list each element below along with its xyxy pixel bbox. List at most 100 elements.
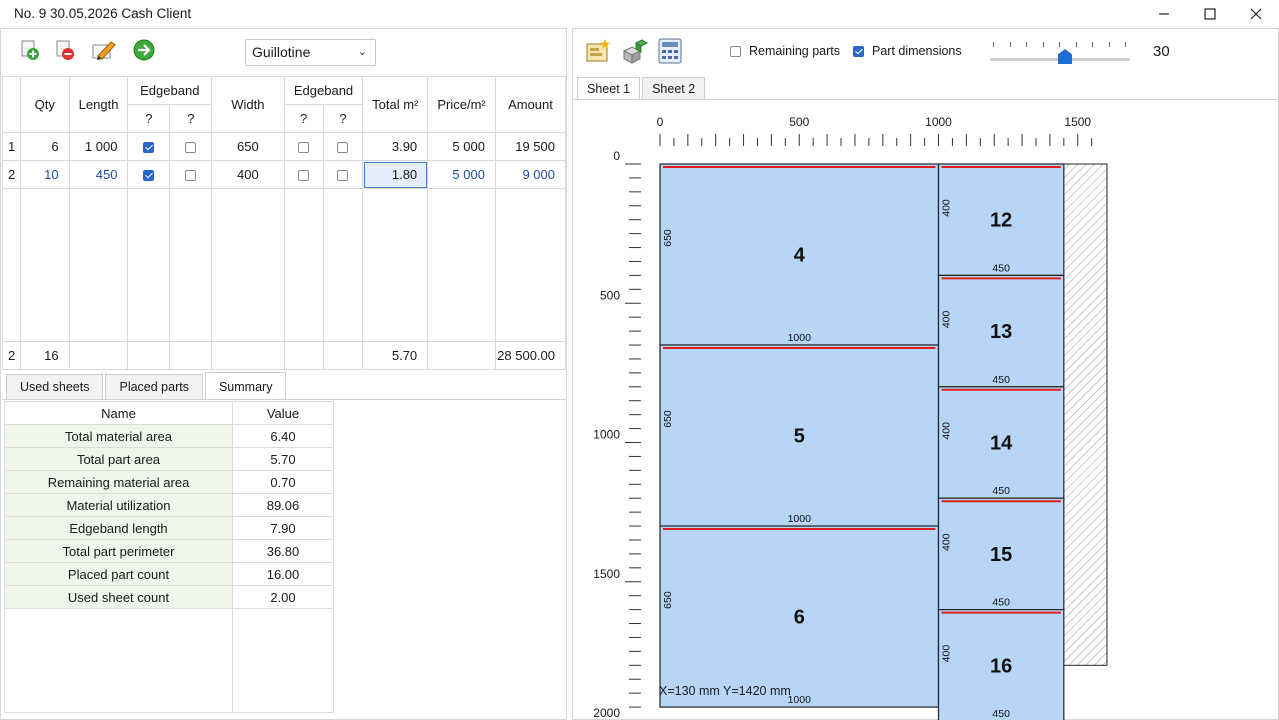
part-dimensions-label: Part dimensions (872, 44, 962, 58)
length-cell[interactable]: 450 (68, 160, 129, 189)
row-index: 2 (2, 160, 21, 189)
amount-cell[interactable]: 9 000 (494, 160, 567, 189)
parts-3d-button[interactable] (620, 37, 648, 65)
width-cell[interactable]: 650 (211, 132, 285, 161)
table-row[interactable]: 1 6 1 000 650 3.90 5 000 19 500 (2, 132, 567, 161)
table-row[interactable]: Placed part count 16.00 (4, 562, 334, 586)
summary-name: Total part perimeter (4, 539, 233, 563)
summary-name-header[interactable]: Name (4, 401, 233, 425)
remove-part-button[interactable] (52, 37, 78, 63)
remaining-parts-checkbox[interactable] (730, 45, 741, 57)
length-header[interactable]: Length (68, 76, 129, 133)
new-layout-icon (586, 39, 610, 62)
run-button[interactable] (131, 37, 157, 63)
width-cell[interactable]: 400 (211, 160, 285, 189)
edgeband-checkbox[interactable] (143, 142, 155, 154)
maximize-button[interactable] (1187, 0, 1233, 28)
edgeband-checkbox[interactable] (337, 142, 349, 154)
summary-name: Edgeband length (4, 516, 233, 540)
layout-panel: Remaining parts Part dimensions 30 Sheet… (572, 28, 1279, 720)
edit-button[interactable] (91, 37, 117, 63)
edgeband-checkbox[interactable] (143, 170, 155, 182)
slider-tick (1075, 42, 1077, 47)
calculator-button[interactable] (656, 37, 684, 65)
tab-placed-parts[interactable]: Placed parts (105, 374, 203, 399)
close-button[interactable] (1233, 0, 1279, 28)
bottom-tab-bar: Used sheets Placed parts Summary (6, 372, 287, 400)
summary-value: 6.40 (232, 424, 334, 448)
total-area-cell[interactable]: 3.90 (362, 132, 429, 161)
x-ruler-label: 0 (657, 115, 664, 129)
price-header[interactable]: Price/m² (427, 76, 496, 133)
qty-cell[interactable]: 6 (19, 132, 70, 161)
summary-name: Total part area (4, 447, 233, 471)
part-number: 15 (990, 544, 1012, 566)
tab-sheet-2[interactable]: Sheet 2 (642, 77, 706, 99)
x-ruler-label: 1000 (925, 115, 952, 129)
amount-cell[interactable]: 19 500 (494, 132, 567, 161)
edgeband-checkbox[interactable] (185, 142, 197, 154)
total-area-header[interactable]: Total m² (362, 76, 429, 133)
table-row[interactable]: Total material area 6.40 (4, 424, 334, 448)
remaining-parts-toggle[interactable]: Remaining parts (730, 44, 840, 58)
window-title: No. 9 30.05.2026 Cash Client (14, 6, 192, 21)
table-row[interactable]: Used sheet count 2.00 (4, 585, 334, 609)
table-row[interactable]: Material utilization 89.06 (4, 493, 334, 517)
table-row[interactable]: 2 10 450 400 1.80 5 000 9 000 (2, 160, 567, 189)
summary-value: 2.00 (232, 585, 334, 609)
totals-row: 2 16 5.70 28 500.00 (2, 341, 567, 370)
part-dimensions-checkbox[interactable] (853, 45, 864, 57)
summary-name: Material utilization (4, 493, 233, 517)
part-4: 4 1000 650 (659, 163, 940, 346)
edgeband-checkbox[interactable] (298, 142, 310, 154)
part-width-label: 650 (662, 410, 674, 428)
tab-sheet-1[interactable]: Sheet 1 (577, 77, 641, 99)
qty-header[interactable]: Qty (19, 76, 70, 133)
part-length-label: 450 (992, 374, 1010, 386)
part-number: 14 (990, 433, 1013, 455)
part-width-label: 400 (941, 533, 953, 551)
add-part-icon (21, 40, 39, 60)
qty-cell[interactable]: 10 (19, 160, 70, 189)
price-cell[interactable]: 5 000 (427, 160, 496, 189)
summary-value: 5.70 (232, 447, 334, 471)
slider-tick (1026, 42, 1027, 47)
summary-value-header[interactable]: Value (232, 401, 334, 425)
cutting-layout-canvas[interactable]: 0 500 1000 1500 0 500 1000 1500 2000 4 1000 650 5 10… (573, 100, 1278, 720)
zoom-slider-thumb[interactable] (1058, 49, 1072, 64)
x-ruler-label: 1500 (1064, 115, 1091, 129)
summary-value: 7.90 (232, 516, 334, 540)
new-layout-button[interactable] (584, 37, 612, 65)
corner-header (2, 76, 21, 133)
part-number: 16 (990, 655, 1012, 677)
add-part-button[interactable] (17, 37, 43, 63)
summary-value: 16.00 (232, 562, 334, 586)
part-length-label: 1000 (788, 332, 812, 344)
minimize-icon (1159, 13, 1169, 15)
chevron-down-icon: ⌄ (357, 46, 367, 58)
edgeband-checkbox[interactable] (337, 170, 349, 182)
part-dimensions-toggle[interactable]: Part dimensions (853, 44, 962, 58)
minimize-button[interactable] (1141, 0, 1187, 28)
total-area-cell[interactable]: 1.80 (362, 160, 429, 189)
table-row[interactable]: Edgeband length 7.90 (4, 516, 334, 540)
table-row[interactable]: Total part area 5.70 (4, 447, 334, 471)
price-cell[interactable]: 5 000 (427, 132, 496, 161)
length-cell[interactable]: 1 000 (68, 132, 129, 161)
tab-used-sheets[interactable]: Used sheets (6, 374, 104, 399)
parts-3d-icon (622, 39, 648, 64)
width-header[interactable]: Width (211, 76, 285, 133)
amount-header[interactable]: Amount (494, 76, 567, 133)
tab-summary[interactable]: Summary (204, 372, 287, 399)
table-row[interactable]: Remaining material area 0.70 (4, 470, 334, 494)
part-6: 6 1000 650 (659, 525, 940, 708)
part-number: 5 (794, 426, 805, 448)
table-row[interactable]: Total part perimeter 36.80 (4, 539, 334, 563)
remaining-parts-label: Remaining parts (749, 44, 841, 58)
cut-mode-select[interactable]: Guillotine ⌄ (245, 39, 376, 66)
edgeband-checkbox[interactable] (185, 170, 197, 182)
edgeband-checkbox[interactable] (298, 170, 310, 182)
sheet-tab-bar: Sheet 1 Sheet 2 (577, 77, 706, 99)
length-edgeband-header: Edgeband (127, 76, 213, 105)
part-5: 5 1000 650 (659, 344, 940, 527)
